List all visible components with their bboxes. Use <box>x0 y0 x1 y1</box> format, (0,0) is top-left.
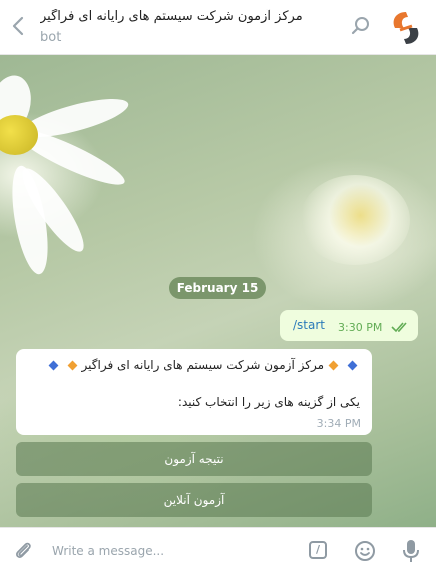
keyboard-button-result[interactable]: نتیجه آزمون <box>16 442 372 476</box>
chat-title[interactable]: مرکز آزمون شرکت سیستم های رایانه ای فراگ… <box>40 9 340 24</box>
message-composer: / <box>0 527 436 573</box>
outgoing-message[interactable]: /start 3:30 PM <box>280 310 418 341</box>
message-title-text: مرکز آزمون شرکت سیستم های رایانه ای فراگ… <box>81 358 324 372</box>
date-separator: February 15 <box>169 277 266 299</box>
message-time: 3:30 PM <box>338 321 383 334</box>
bot-avatar[interactable] <box>386 8 426 48</box>
chevron-left-icon[interactable] <box>8 16 28 38</box>
paperclip-icon[interactable] <box>12 540 34 562</box>
chat-header: مرکز آزمون شرکت سیستم های رایانه ای فراگ… <box>0 0 436 55</box>
bot-command-icon[interactable]: / <box>309 541 327 559</box>
blue-diamond-icon <box>347 360 358 371</box>
keyboard-button-online-exam[interactable]: آزمون آنلاین <box>16 483 372 517</box>
message-input[interactable] <box>52 541 292 561</box>
blue-diamond-icon <box>48 360 58 371</box>
incoming-message[interactable]: مرکز آزمون شرکت سیستم های رایانه ای فراگ… <box>16 349 372 435</box>
search-icon[interactable] <box>350 15 372 37</box>
message-prompt: یکی از گزینه های زیر را انتخاب کنید: <box>177 395 360 409</box>
orange-diamond-icon <box>67 360 77 371</box>
microphone-icon[interactable] <box>401 539 421 563</box>
chat-subtitle: bot <box>40 30 62 45</box>
message-text[interactable]: /start <box>293 318 325 332</box>
double-check-icon <box>391 322 407 333</box>
orange-diamond-icon <box>328 360 339 371</box>
message-title-line: مرکز آزمون شرکت سیستم های رایانه ای فراگ… <box>44 358 362 372</box>
emoji-icon[interactable] <box>354 540 376 562</box>
message-time: 3:34 PM <box>316 417 361 430</box>
wallpaper-blur-flower <box>300 175 410 265</box>
chat-area: February 15 /start 3:30 PM مرکز آزمون شر… <box>0 55 436 527</box>
